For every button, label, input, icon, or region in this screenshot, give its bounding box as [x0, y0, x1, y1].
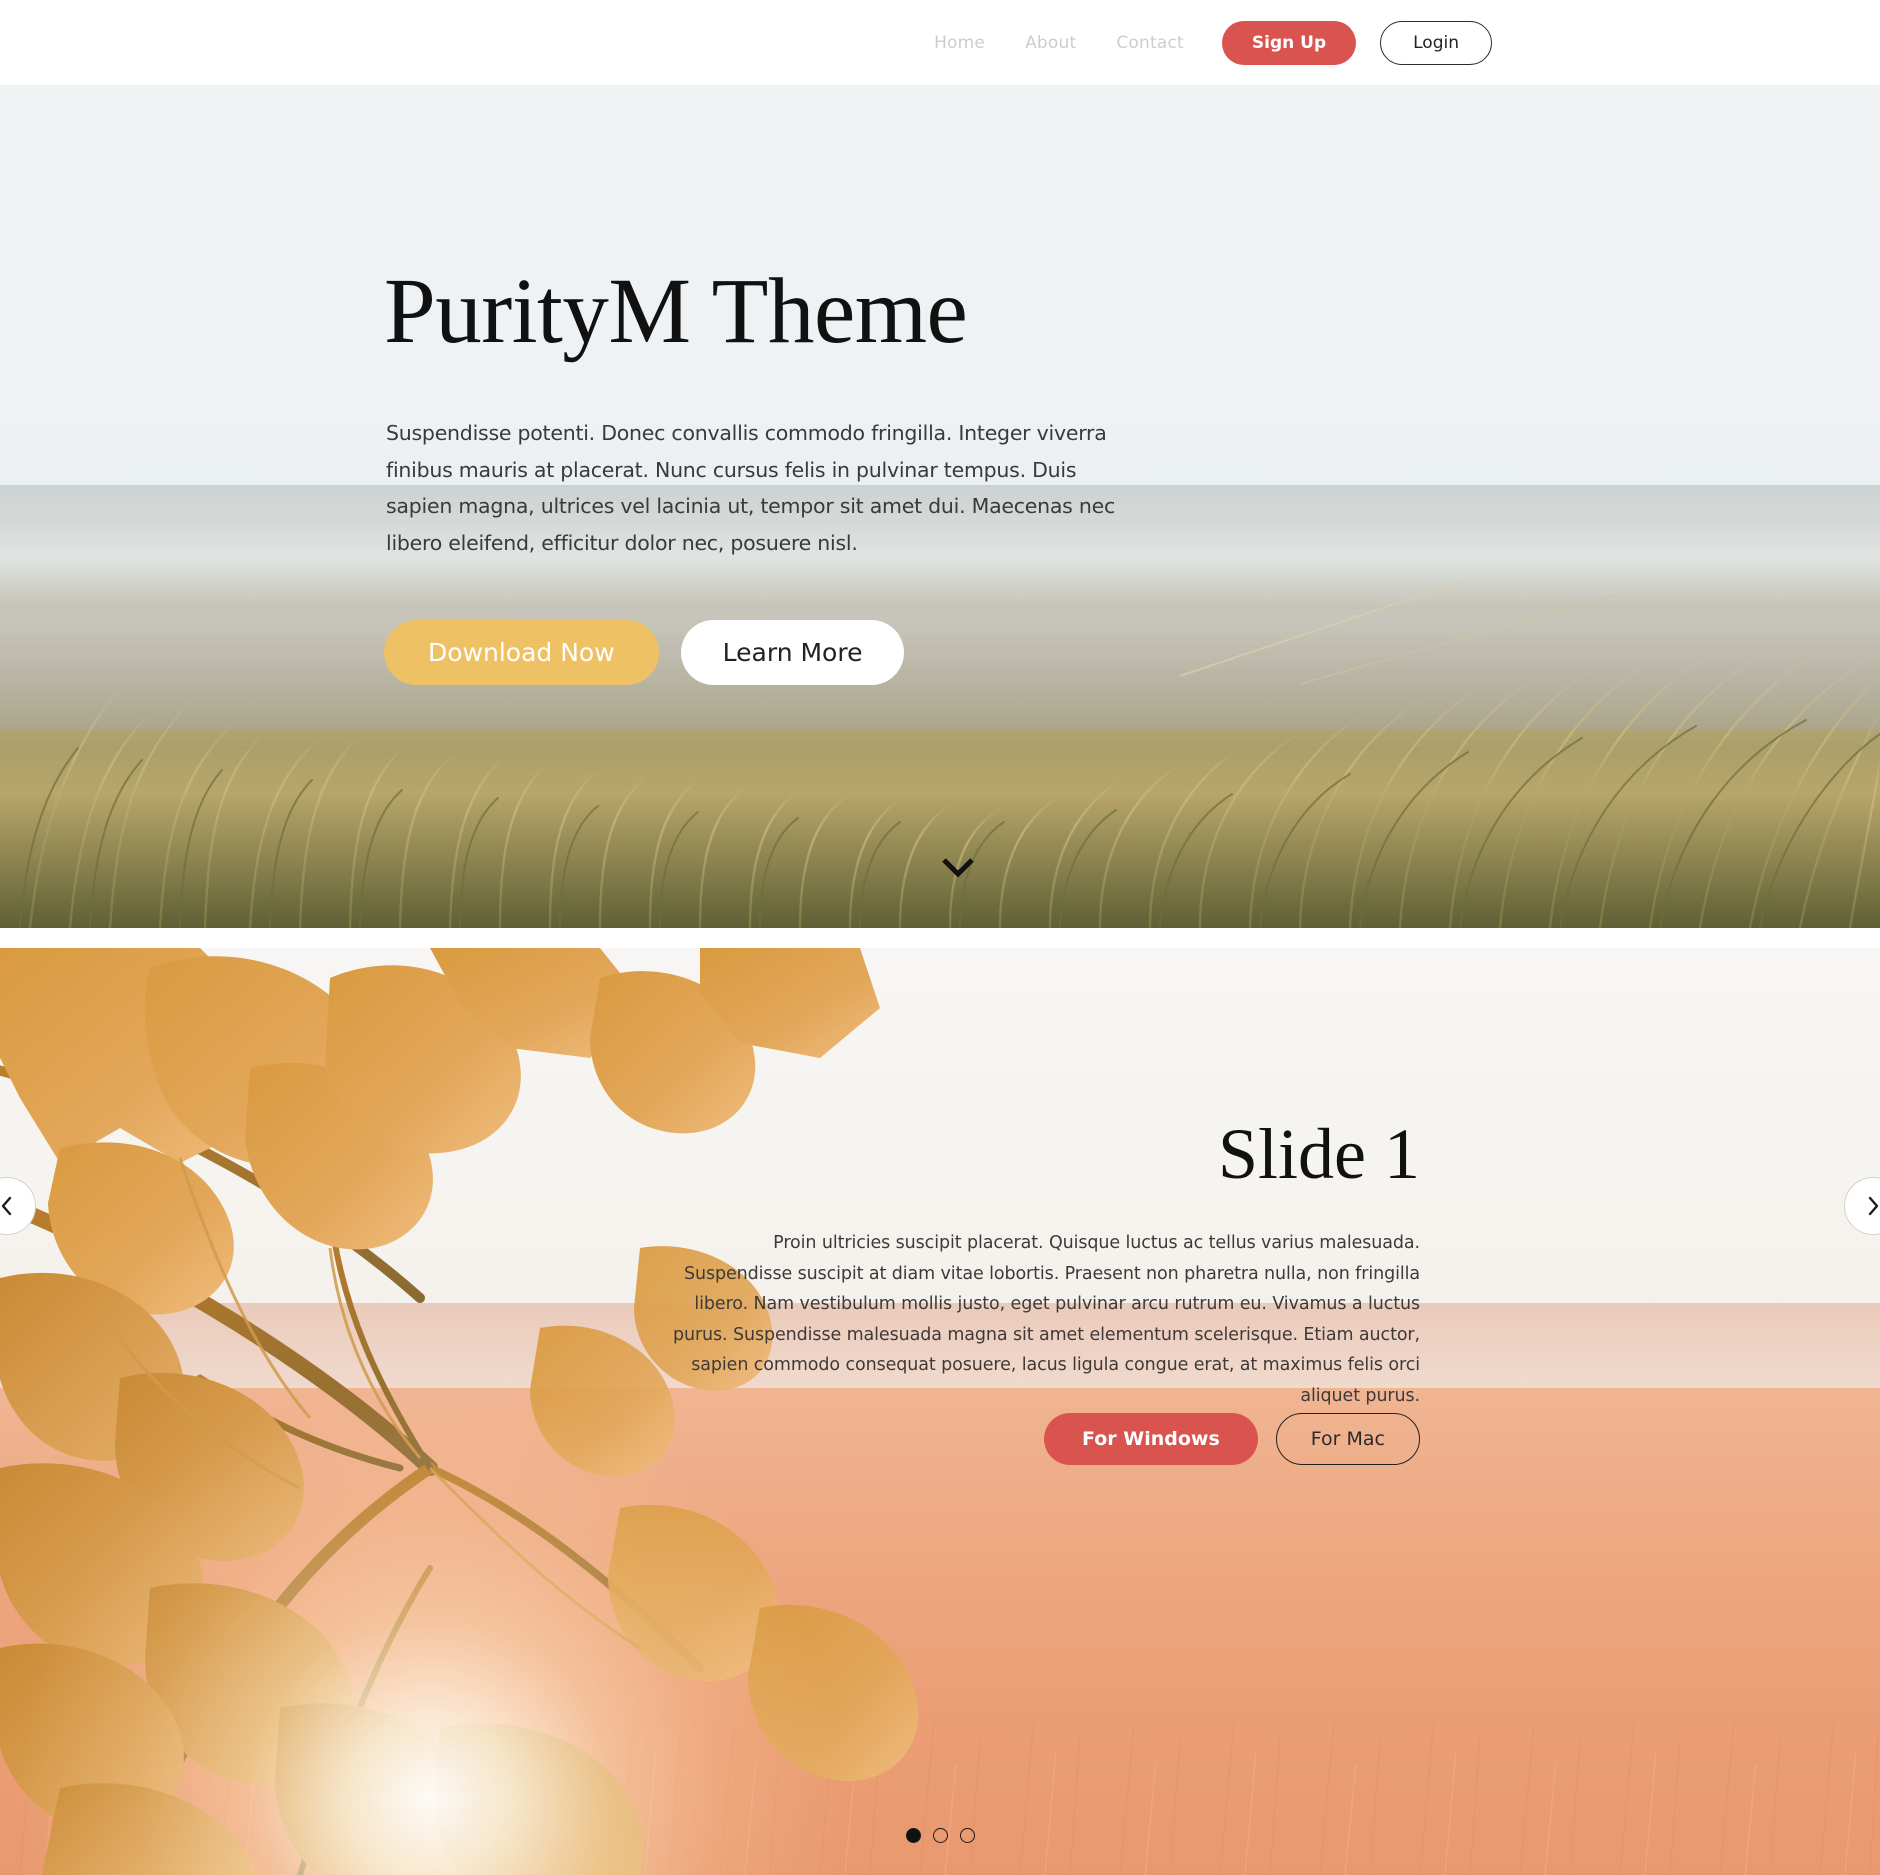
landing-page: Home About Contact Sign Up Login PurityM… [0, 0, 1880, 1875]
sign-up-button[interactable]: Sign Up [1221, 20, 1357, 65]
chevron-right-icon [1863, 1195, 1880, 1217]
carousel-section: Slide 1 Proin ultricies suscipit placera… [0, 948, 1880, 1875]
hero-button-group: Download Now Learn More [384, 620, 905, 685]
download-now-button[interactable]: Download Now [384, 620, 659, 685]
carousel-dot-3[interactable] [959, 1828, 975, 1843]
chevron-down-icon[interactable] [938, 852, 978, 882]
section-divider [0, 928, 1880, 948]
for-mac-button[interactable]: For Mac [1275, 1413, 1420, 1465]
nav-link-contact[interactable]: Contact [1096, 33, 1204, 53]
hero-paragraph: Suspendisse potenti. Donec convallis com… [386, 421, 1115, 555]
site-header: Home About Contact Sign Up Login [0, 0, 1880, 85]
slide-paragraph: Proin ultricies suscipit placerat. Quisq… [672, 1233, 1420, 1406]
slide-button-group: For Windows For Mac [660, 1413, 1420, 1465]
main-navigation: Home About Contact Sign Up Login [914, 0, 1492, 85]
carousel-dot-1[interactable] [905, 1828, 921, 1843]
hero-content: PurityM Theme Suspendisse potenti. Donec… [384, 85, 1144, 928]
hero-section: PurityM Theme Suspendisse potenti. Donec… [0, 85, 1880, 928]
carousel-dot-2[interactable] [932, 1828, 948, 1843]
chevron-left-icon [0, 1195, 17, 1217]
learn-more-button[interactable]: Learn More [680, 620, 905, 685]
for-windows-button[interactable]: For Windows [1044, 1413, 1258, 1465]
slide-title: Slide 1 [1217, 1114, 1420, 1194]
slide-content: Slide 1 Proin ultricies suscipit placera… [660, 948, 1420, 1875]
login-button[interactable]: Login [1380, 20, 1492, 65]
nav-link-about[interactable]: About [1005, 33, 1096, 53]
carousel-pagination [0, 1828, 1880, 1843]
nav-link-home[interactable]: Home [914, 33, 1005, 53]
page-title: PurityM Theme [384, 260, 968, 363]
